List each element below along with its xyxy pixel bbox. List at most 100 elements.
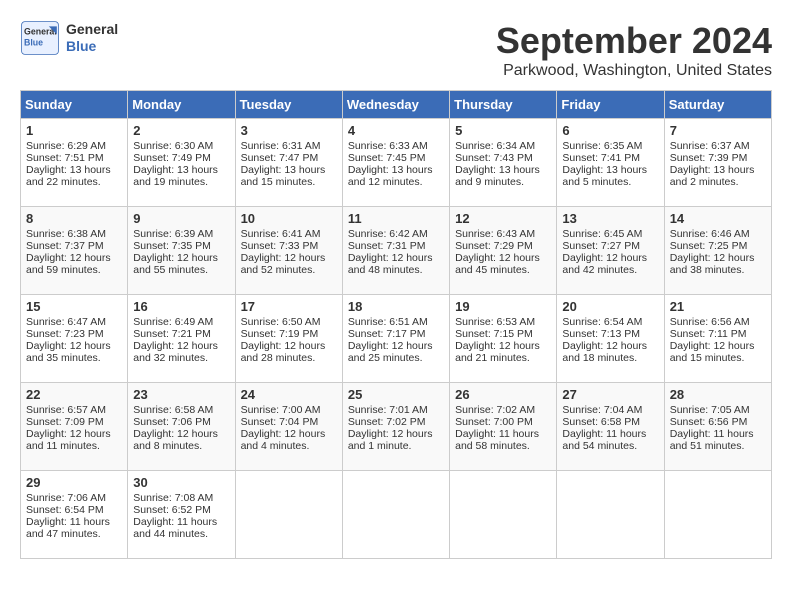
day-info-line: Sunrise: 6:34 AM	[455, 140, 551, 152]
day-info-line: Sunset: 7:09 PM	[26, 416, 122, 428]
day-info-line: and 9 minutes.	[455, 176, 551, 188]
day-info-line: Sunrise: 7:05 AM	[670, 404, 766, 416]
day-info-line: Daylight: 11 hours	[455, 428, 551, 440]
day-info-line: Sunset: 7:31 PM	[348, 240, 444, 252]
day-info-line: and 52 minutes.	[241, 264, 337, 276]
calendar-cell	[342, 471, 449, 559]
logo: General Blue General Blue	[20, 20, 118, 56]
day-info-line: Sunrise: 6:45 AM	[562, 228, 658, 240]
day-info-line: and 58 minutes.	[455, 440, 551, 452]
calendar-cell	[235, 471, 342, 559]
day-info-line: Sunrise: 6:49 AM	[133, 316, 229, 328]
day-info-line: Sunset: 7:51 PM	[26, 152, 122, 164]
day-info-line: Sunrise: 6:57 AM	[26, 404, 122, 416]
day-number: 20	[562, 299, 658, 314]
day-info-line: Sunrise: 7:06 AM	[26, 492, 122, 504]
day-info-line: Sunset: 7:02 PM	[348, 416, 444, 428]
day-number: 27	[562, 387, 658, 402]
day-number: 24	[241, 387, 337, 402]
day-info-line: and 59 minutes.	[26, 264, 122, 276]
day-info-line: Sunset: 7:49 PM	[133, 152, 229, 164]
day-info-line: Sunrise: 6:33 AM	[348, 140, 444, 152]
day-info-line: and 51 minutes.	[670, 440, 766, 452]
calendar-cell: 25Sunrise: 7:01 AMSunset: 7:02 PMDayligh…	[342, 383, 449, 471]
calendar-week-row: 15Sunrise: 6:47 AMSunset: 7:23 PMDayligh…	[21, 295, 772, 383]
day-info-line: Daylight: 12 hours	[348, 252, 444, 264]
day-number: 26	[455, 387, 551, 402]
calendar-cell: 6Sunrise: 6:35 AMSunset: 7:41 PMDaylight…	[557, 119, 664, 207]
weekday-header: Friday	[557, 91, 664, 119]
day-info-line: and 2 minutes.	[670, 176, 766, 188]
day-info-line: Daylight: 12 hours	[562, 252, 658, 264]
calendar-cell: 10Sunrise: 6:41 AMSunset: 7:33 PMDayligh…	[235, 207, 342, 295]
day-info-line: Daylight: 13 hours	[348, 164, 444, 176]
day-info-line: and 44 minutes.	[133, 528, 229, 540]
calendar-cell: 20 Sunrise: 6:54 AMSunset: 7:13 PMDayligh…	[557, 295, 664, 383]
logo-line2: Blue	[66, 38, 118, 55]
day-info-line: Sunset: 7:13 PM	[562, 328, 658, 340]
calendar-header-row: SundayMondayTuesdayWednesdayThursdayFrid…	[21, 91, 772, 119]
title-block: September 2024 Parkwood, Washington, Uni…	[496, 20, 772, 80]
calendar-cell: 11Sunrise: 6:42 AMSunset: 7:31 PMDayligh…	[342, 207, 449, 295]
day-info-line: Sunset: 7:37 PM	[26, 240, 122, 252]
day-info-line: Daylight: 12 hours	[562, 340, 658, 352]
logo-line1: General	[66, 21, 118, 38]
calendar-cell: 19Sunrise: 6:53 AMSunset: 7:15 PMDayligh…	[450, 295, 557, 383]
day-info-line: Daylight: 12 hours	[26, 428, 122, 440]
month-title: September 2024	[496, 20, 772, 62]
day-info-line: Sunrise: 7:01 AM	[348, 404, 444, 416]
day-number: 30	[133, 475, 229, 490]
day-info-line: Sunrise: 6:56 AM	[670, 316, 766, 328]
day-info-line: Sunrise: 6:30 AM	[133, 140, 229, 152]
calendar-cell: 16Sunrise: 6:49 AMSunset: 7:21 PMDayligh…	[128, 295, 235, 383]
calendar-cell: 13Sunrise: 6:45 AMSunset: 7:27 PMDayligh…	[557, 207, 664, 295]
calendar-cell: 26Sunrise: 7:02 AMSunset: 7:00 PMDayligh…	[450, 383, 557, 471]
day-info-line: Sunrise: 7:04 AM	[562, 404, 658, 416]
weekday-header: Sunday	[21, 91, 128, 119]
day-info-line: Daylight: 11 hours	[26, 516, 122, 528]
day-info-line: Sunrise: 7:00 AM	[241, 404, 337, 416]
day-info-line: Sunset: 7:21 PM	[133, 328, 229, 340]
day-info-line: Sunset: 7:23 PM	[26, 328, 122, 340]
day-info-line: and 8 minutes.	[133, 440, 229, 452]
day-number: 12	[455, 211, 551, 226]
calendar-cell: 24Sunrise: 7:00 AMSunset: 7:04 PMDayligh…	[235, 383, 342, 471]
day-info-line: and 11 minutes.	[26, 440, 122, 452]
day-info-line: Sunrise: 6:29 AM	[26, 140, 122, 152]
day-number: 14	[670, 211, 766, 226]
day-info-line: Sunset: 7:15 PM	[455, 328, 551, 340]
day-info-line: Sunset: 7:27 PM	[562, 240, 658, 252]
day-number: 1	[26, 123, 122, 138]
day-info-line: Daylight: 12 hours	[670, 252, 766, 264]
day-info-line: Daylight: 12 hours	[348, 340, 444, 352]
day-number: 19	[455, 299, 551, 314]
day-info-line: and 18 minutes.	[562, 352, 658, 364]
day-number: 16	[133, 299, 229, 314]
day-info-line: Sunset: 7:33 PM	[241, 240, 337, 252]
day-info-line: and 4 minutes.	[241, 440, 337, 452]
day-info-line: Daylight: 11 hours	[562, 428, 658, 440]
day-number: 17	[241, 299, 337, 314]
calendar-cell: 23Sunrise: 6:58 AMSunset: 7:06 PMDayligh…	[128, 383, 235, 471]
day-info-line: and 35 minutes.	[26, 352, 122, 364]
calendar-table: SundayMondayTuesdayWednesdayThursdayFrid…	[20, 90, 772, 559]
day-info-line: Sunrise: 6:47 AM	[26, 316, 122, 328]
calendar-cell: 8Sunrise: 6:38 AMSunset: 7:37 PMDaylight…	[21, 207, 128, 295]
day-info-line: Daylight: 12 hours	[241, 252, 337, 264]
day-info-line: and 47 minutes.	[26, 528, 122, 540]
day-info-line: Daylight: 13 hours	[26, 164, 122, 176]
calendar-cell: 28Sunrise: 7:05 AMSunset: 6:56 PMDayligh…	[664, 383, 771, 471]
calendar-cell: 5Sunrise: 6:34 AMSunset: 7:43 PMDaylight…	[450, 119, 557, 207]
day-info-line: Sunset: 7:04 PM	[241, 416, 337, 428]
day-info-line: and 25 minutes.	[348, 352, 444, 364]
day-info-line: Sunrise: 6:46 AM	[670, 228, 766, 240]
day-info-line: Sunrise: 6:54 AM	[562, 316, 658, 328]
calendar-cell: 1 Sunrise: 6:29 AMSunset: 7:51 PMDaylight…	[21, 119, 128, 207]
day-info-line: Sunset: 7:19 PM	[241, 328, 337, 340]
day-number: 29	[26, 475, 122, 490]
day-info-line: Sunset: 7:06 PM	[133, 416, 229, 428]
day-info-line: Daylight: 12 hours	[455, 252, 551, 264]
day-info-line: Sunset: 6:54 PM	[26, 504, 122, 516]
day-info-line: Sunrise: 7:08 AM	[133, 492, 229, 504]
calendar-cell: 7Sunrise: 6:37 AMSunset: 7:39 PMDaylight…	[664, 119, 771, 207]
